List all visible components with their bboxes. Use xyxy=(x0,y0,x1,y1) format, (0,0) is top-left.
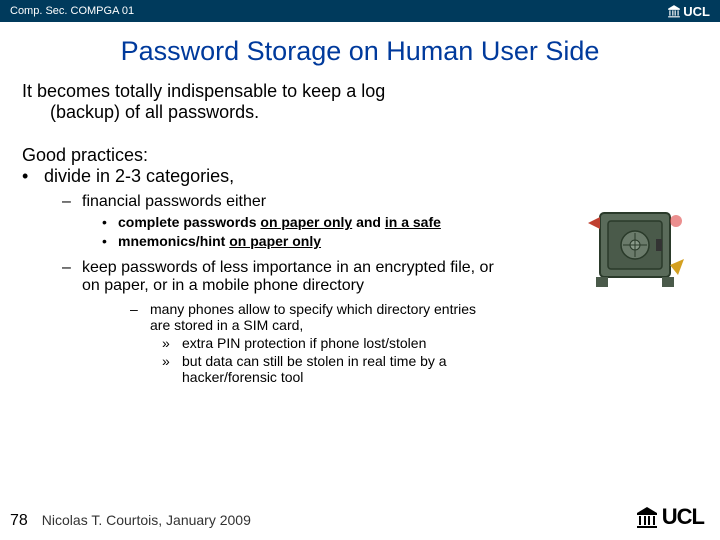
ucl-logo-small: UCL xyxy=(667,0,710,22)
ucl-logo-large: UCL xyxy=(635,504,704,530)
dash2-phones: – many phones allow to specify which dir… xyxy=(22,301,700,333)
bullet-divide-text: divide in 2-3 categories, xyxy=(44,166,234,187)
chev-hacker: » but data can still be stolen in real t… xyxy=(22,353,700,385)
dot-complete-text: complete passwords on paper only and in … xyxy=(118,214,441,230)
good-practices-heading: Good practices: xyxy=(22,145,700,166)
intro-paragraph: It becomes totally indispensable to keep… xyxy=(22,81,700,123)
dash-financial-text: financial passwords either xyxy=(82,193,266,211)
dot-mnemonics-text: mnemonics/hint on paper only xyxy=(118,233,321,249)
slide-title: Password Storage on Human User Side xyxy=(0,36,720,67)
chevron-icon: » xyxy=(162,353,182,385)
small-bullet-icon: • xyxy=(102,214,118,230)
dash2-phones-text: many phones allow to specify which direc… xyxy=(150,301,500,333)
safe-illustration xyxy=(586,205,686,293)
ucl-wordmark-large: UCL xyxy=(662,504,704,530)
dash-keep-text: keep passwords of less importance in an … xyxy=(82,259,512,295)
chev-pin-text: extra PIN protection if phone lost/stole… xyxy=(182,335,426,351)
chev-pin: » extra PIN protection if phone lost/sto… xyxy=(22,335,700,351)
small-bullet-icon: • xyxy=(102,233,118,249)
course-code: Comp. Sec. COMPGA 01 xyxy=(10,5,134,17)
portico-icon xyxy=(635,505,659,529)
footer-left: 78 Nicolas T. Courtois, January 2009 xyxy=(10,512,251,530)
chev-hacker-text: but data can still be stolen in real tim… xyxy=(182,353,532,385)
dash-icon: – xyxy=(130,301,150,333)
dash-icon: – xyxy=(62,193,82,211)
intro-line1: It becomes totally indispensable to keep… xyxy=(22,81,700,102)
header-bar: Comp. Sec. COMPGA 01 UCL xyxy=(0,0,720,22)
intro-line2: (backup) of all passwords. xyxy=(22,102,700,123)
bullet-dot-icon: • xyxy=(22,166,44,187)
page-number: 78 xyxy=(10,512,28,530)
chevron-icon: » xyxy=(162,335,182,351)
ucl-wordmark-small: UCL xyxy=(683,4,710,19)
author-line: Nicolas T. Courtois, January 2009 xyxy=(42,512,251,528)
bullet-divide: • divide in 2-3 categories, xyxy=(22,166,700,187)
dash-icon: – xyxy=(62,259,82,295)
portico-icon xyxy=(667,4,681,18)
footer: 78 Nicolas T. Courtois, January 2009 UCL xyxy=(0,504,720,530)
